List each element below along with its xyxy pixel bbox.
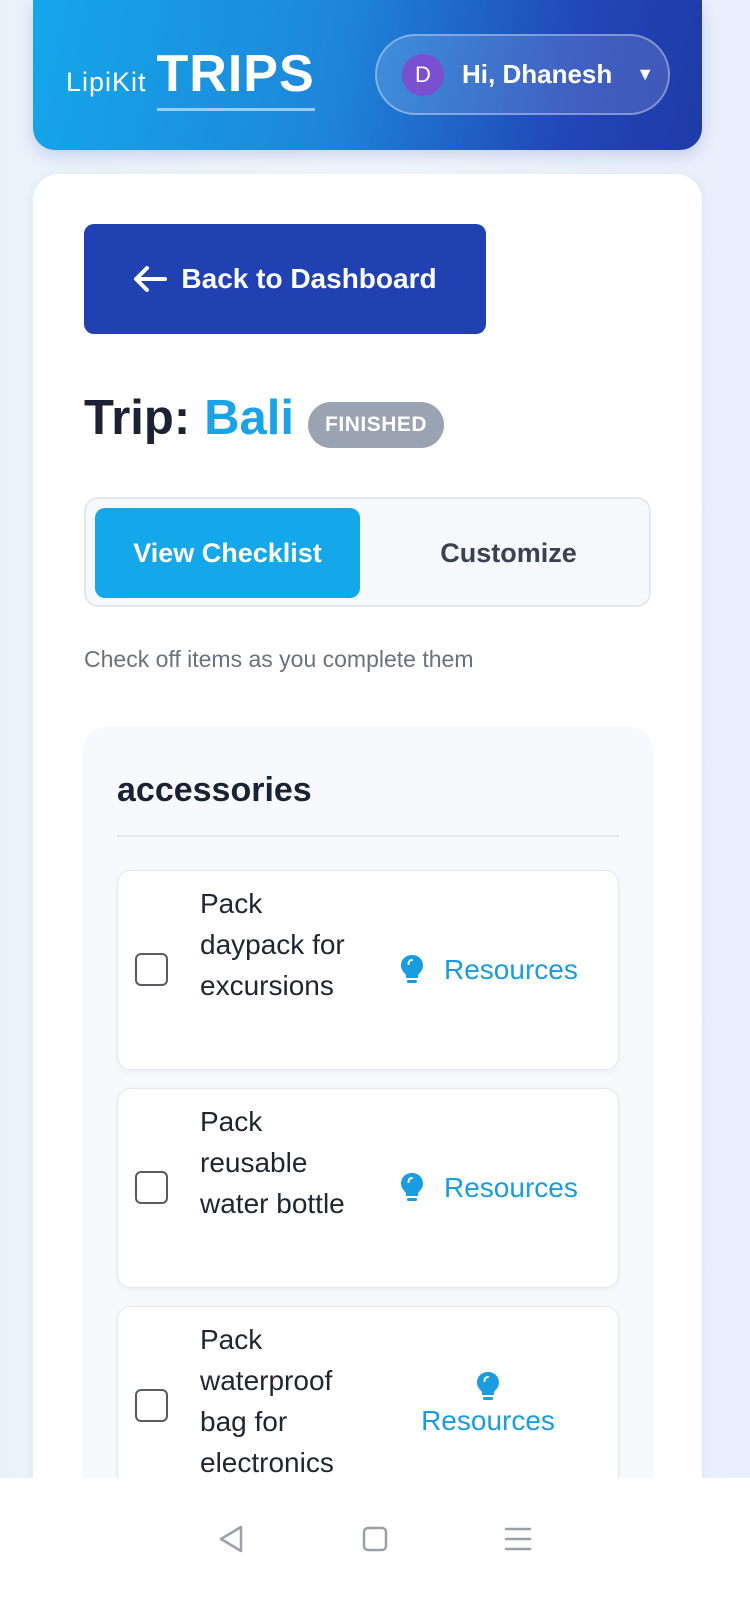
item-checkbox[interactable]: [135, 1389, 168, 1422]
trip-name: Bali: [204, 391, 295, 445]
item-label: Pack daypack for excursions: [200, 888, 345, 1001]
resources-label: Resources: [444, 1172, 578, 1203]
lightbulb-icon: [477, 1372, 499, 1400]
triangle-back-icon[interactable]: [217, 1524, 247, 1554]
item-label: Pack reusable water bottle: [200, 1106, 345, 1219]
brand-logo[interactable]: LipiKit TRIPS: [66, 44, 315, 111]
trip-card: Back to Dashboard Trip: Bali FINISHED Vi…: [33, 174, 702, 1587]
page-title: Trip: Bali FINISHED: [84, 388, 445, 448]
system-nav-bar: [0, 1478, 750, 1600]
section-title: accessories: [117, 771, 312, 809]
brand-big-text: TRIPS: [156, 44, 315, 111]
status-badge: FINISHED: [308, 402, 445, 448]
avatar: D: [402, 53, 444, 96]
checklist-section: accessories Pack daypack for excursions …: [82, 727, 654, 1587]
item-checkbox[interactable]: [135, 1171, 168, 1204]
tab-view-checklist[interactable]: View Checklist: [95, 508, 360, 598]
resources-link[interactable]: Resources: [418, 1371, 558, 1437]
checklist-hint: Check off items as you complete them: [84, 646, 474, 672]
item-checkbox[interactable]: [135, 953, 168, 986]
section-divider: [117, 835, 619, 837]
menu-icon[interactable]: [503, 1525, 533, 1553]
user-greeting: Hi, Dhanesh: [462, 59, 613, 89]
checklist-item: Pack reusable water bottle Resources: [117, 1088, 619, 1288]
user-menu-button[interactable]: D Hi, Dhanesh ▼: [375, 34, 670, 115]
lightbulb-icon: [401, 1173, 423, 1201]
checklist-item: Pack daypack for excursions Resources: [117, 870, 619, 1070]
resources-link[interactable]: Resources: [400, 954, 578, 986]
checklist-item: Pack waterproof bag for electronics Reso…: [117, 1306, 619, 1506]
view-tabs: View Checklist Customize: [84, 497, 651, 607]
item-label: Pack waterproof bag for electronics: [200, 1324, 334, 1478]
brand-small-text: LipiKit: [66, 67, 147, 97]
arrow-left-icon: [134, 266, 168, 292]
lightbulb-icon: [401, 955, 423, 983]
back-button-label: Back to Dashboard: [181, 263, 437, 294]
chevron-down-icon: ▼: [636, 64, 655, 84]
square-home-icon[interactable]: [361, 1525, 389, 1553]
back-to-dashboard-button[interactable]: Back to Dashboard: [84, 224, 486, 334]
resources-link[interactable]: Resources: [400, 1172, 578, 1204]
app-header: LipiKit TRIPS D Hi, Dhanesh ▼: [33, 0, 702, 150]
trip-prefix: Trip:: [84, 391, 191, 445]
tab-customize[interactable]: Customize: [376, 508, 641, 598]
resources-label: Resources: [421, 1405, 555, 1436]
resources-label: Resources: [444, 954, 578, 985]
